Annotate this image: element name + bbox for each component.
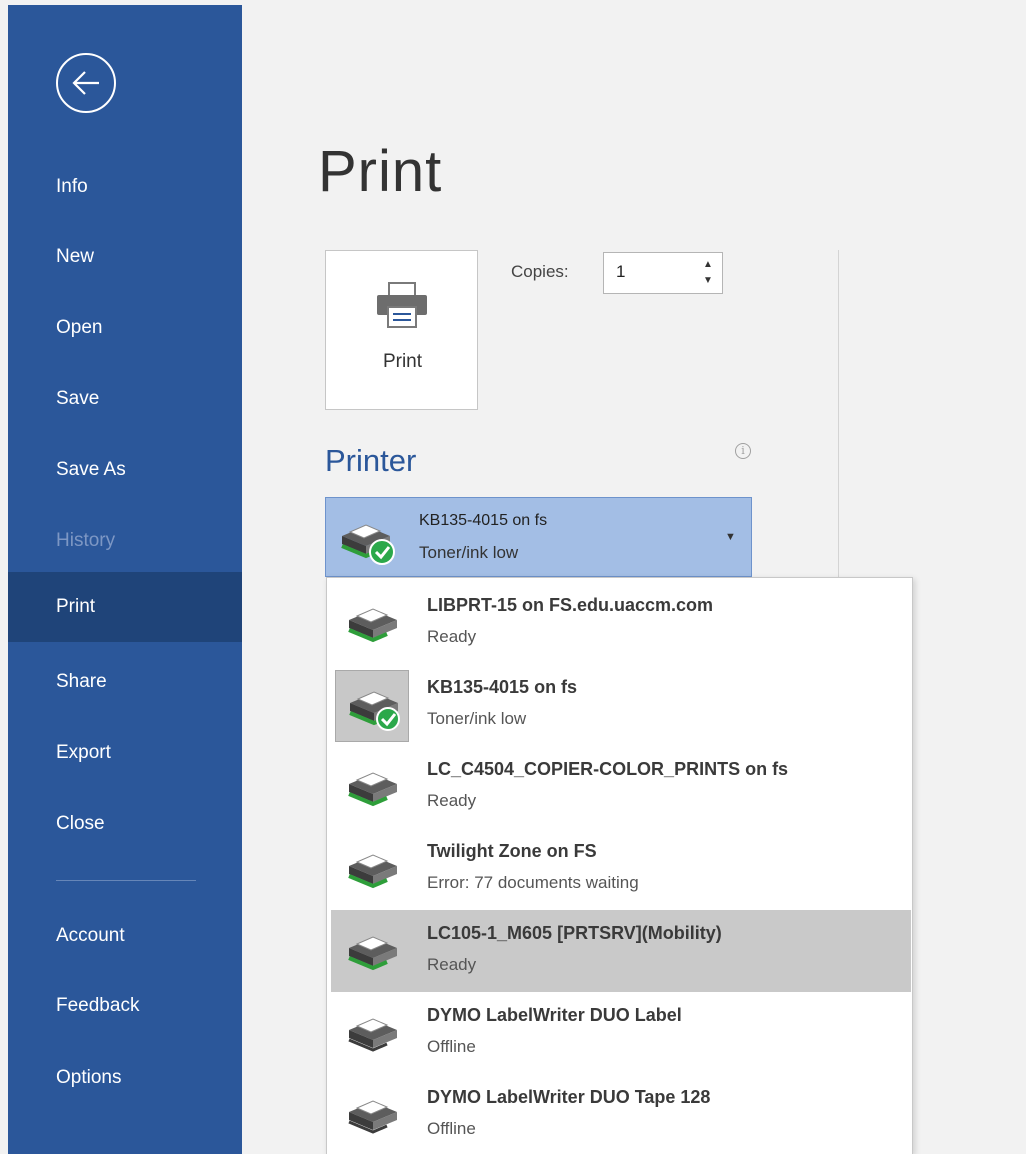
copies-stepper[interactable]: 1 ▲ ▼ [603,252,723,294]
label-printer-icon [348,1100,397,1134]
print-button[interactable]: Print [325,250,478,410]
nav-open[interactable]: Open [8,307,242,349]
nav-close[interactable]: Close [8,803,242,845]
printer-option-status: Ready [427,955,477,974]
network-printer-icon [348,608,397,643]
network-printer-icon [348,772,397,807]
nav-info[interactable]: Info [8,166,242,208]
backstage-print-view: Info New Open Save Save As History Print… [0,0,1026,1154]
panel-divider [838,250,839,580]
printer-option-name: Twilight Zone on FS [427,841,597,861]
nav-save-as[interactable]: Save As [8,449,242,491]
printer-option-icon-wrap [335,834,409,906]
nav-save[interactable]: Save [8,378,242,420]
nav-new[interactable]: New [8,236,242,278]
printer-option-name: LC_C4504_COPIER-COLOR_PRINTS on fs [427,759,789,779]
printer-option-status: Toner/ink low [427,709,527,728]
printer-icon [377,282,427,328]
printer-option-icon-wrap [335,1080,409,1152]
printer-option-selected[interactable]: KB135-4015 on fs Toner/ink low [327,664,912,746]
chevron-down-icon: ▼ [725,531,736,543]
nav-account[interactable]: Account [8,915,242,957]
printer-dropdown-list: LIBPRT-15 on FS.edu.uaccm.com Ready KB13… [326,577,913,1154]
nav-divider [56,880,196,881]
nav-feedback[interactable]: Feedback [8,985,242,1027]
printer-option[interactable]: LIBPRT-15 on FS.edu.uaccm.com Ready [327,582,912,664]
printer-default-icon [349,691,400,731]
printer-option[interactable]: DYMO LabelWriter DUO Label Offline [327,992,912,1074]
copies-label: Copies: [511,262,569,281]
copies-value[interactable]: 1 [616,262,625,282]
printer-option-hovered[interactable]: LC105-1_M605 [PRTSRV](Mobility) Ready [331,910,911,992]
printer-option[interactable]: LC_C4504_COPIER-COLOR_PRINTS on fs Ready [327,746,912,828]
printer-option-icon-wrap [335,752,409,824]
increment-arrow-icon[interactable]: ▲ [702,259,714,271]
back-button[interactable] [56,53,116,113]
printer-option-icon-wrap [335,670,409,742]
printer-default-icon [341,524,395,565]
printer-option-status: Offline [427,1119,476,1138]
selected-printer-status: Toner/ink low [419,543,519,562]
label-printer-icon [348,1018,397,1052]
print-button-label: Print [382,351,423,372]
decrement-arrow-icon[interactable]: ▼ [702,275,714,287]
printer-option-name: LC105-1_M605 [PRTSRV](Mobility) [427,923,722,943]
printer-section-title: Printer [325,443,417,478]
printer-option-icon-wrap [335,588,409,660]
printer-option[interactable]: DYMO LabelWriter DUO Tape 128 Offline [327,1074,912,1154]
printer-option-name: KB135-4015 on fs [427,677,578,697]
selected-printer-name: KB135-4015 on fs [419,512,548,529]
printer-option[interactable]: Twilight Zone on FS Error: 77 documents … [327,828,912,910]
page-title: Print [318,139,443,204]
printer-option-name: LIBPRT-15 on FS.edu.uaccm.com [427,595,714,615]
nav-print[interactable]: Print [8,572,242,642]
network-printer-icon [348,854,397,889]
nav-history: History [56,530,116,551]
nav-options[interactable]: Options [8,1057,242,1099]
backstage-sidebar: Info New Open Save Save As History Print… [8,5,242,1154]
printer-option-status: Error: 77 documents waiting [427,873,639,892]
printer-option-status: Offline [427,1037,476,1056]
printer-select[interactable]: KB135-4015 on fs Toner/ink low ▼ [325,497,752,577]
printer-option-icon-wrap [335,916,409,988]
network-printer-icon [348,936,397,971]
printer-option-name: DYMO LabelWriter DUO Label [427,1005,682,1025]
printer-option-name: DYMO LabelWriter DUO Tape 128 [427,1087,711,1107]
nav-export[interactable]: Export [8,732,242,774]
nav-share[interactable]: Share [8,661,242,703]
printer-option-status: Ready [427,791,477,810]
info-icon[interactable]: i [735,443,751,459]
back-arrow-icon [72,71,99,95]
printer-option-icon-wrap [335,998,409,1070]
printer-option-status: Ready [427,627,477,646]
